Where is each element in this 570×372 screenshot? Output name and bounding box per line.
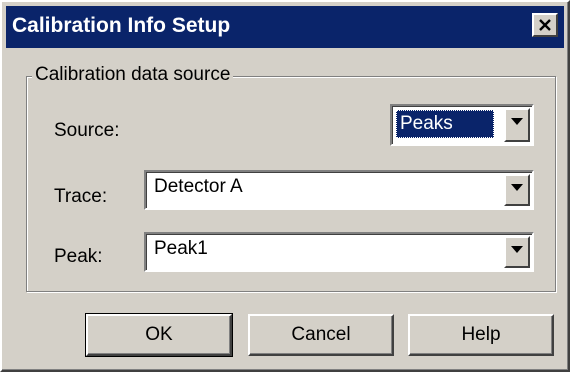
trace-select[interactable]: Detector A bbox=[144, 170, 534, 210]
source-select[interactable]: Peaks bbox=[390, 104, 534, 146]
close-button[interactable] bbox=[532, 13, 558, 37]
calibration-info-setup-dialog: Calibration Info Setup Calibration data … bbox=[0, 0, 570, 372]
peak-dropdown-button[interactable] bbox=[504, 236, 530, 268]
source-dropdown-button[interactable] bbox=[504, 108, 530, 142]
source-label: Source: bbox=[54, 120, 120, 141]
peak-label: Peak: bbox=[54, 246, 103, 267]
chevron-down-icon bbox=[511, 118, 523, 125]
chevron-down-icon bbox=[511, 184, 523, 191]
title-bar[interactable]: Calibration Info Setup bbox=[6, 6, 564, 48]
source-selected-value: Peaks bbox=[396, 110, 494, 138]
trace-label: Trace: bbox=[54, 186, 108, 207]
chevron-down-icon bbox=[511, 246, 523, 253]
peak-value: Peak1 bbox=[154, 238, 208, 259]
ok-button[interactable]: OK bbox=[85, 313, 233, 357]
help-button[interactable]: Help bbox=[408, 314, 554, 356]
peak-select[interactable]: Peak1 bbox=[144, 232, 534, 272]
trace-value: Detector A bbox=[154, 176, 243, 197]
window-title: Calibration Info Setup bbox=[12, 14, 231, 37]
trace-dropdown-button[interactable] bbox=[504, 174, 530, 206]
group-legend: Calibration data source bbox=[32, 64, 234, 86]
cancel-button[interactable]: Cancel bbox=[248, 314, 394, 356]
close-icon bbox=[539, 19, 551, 31]
